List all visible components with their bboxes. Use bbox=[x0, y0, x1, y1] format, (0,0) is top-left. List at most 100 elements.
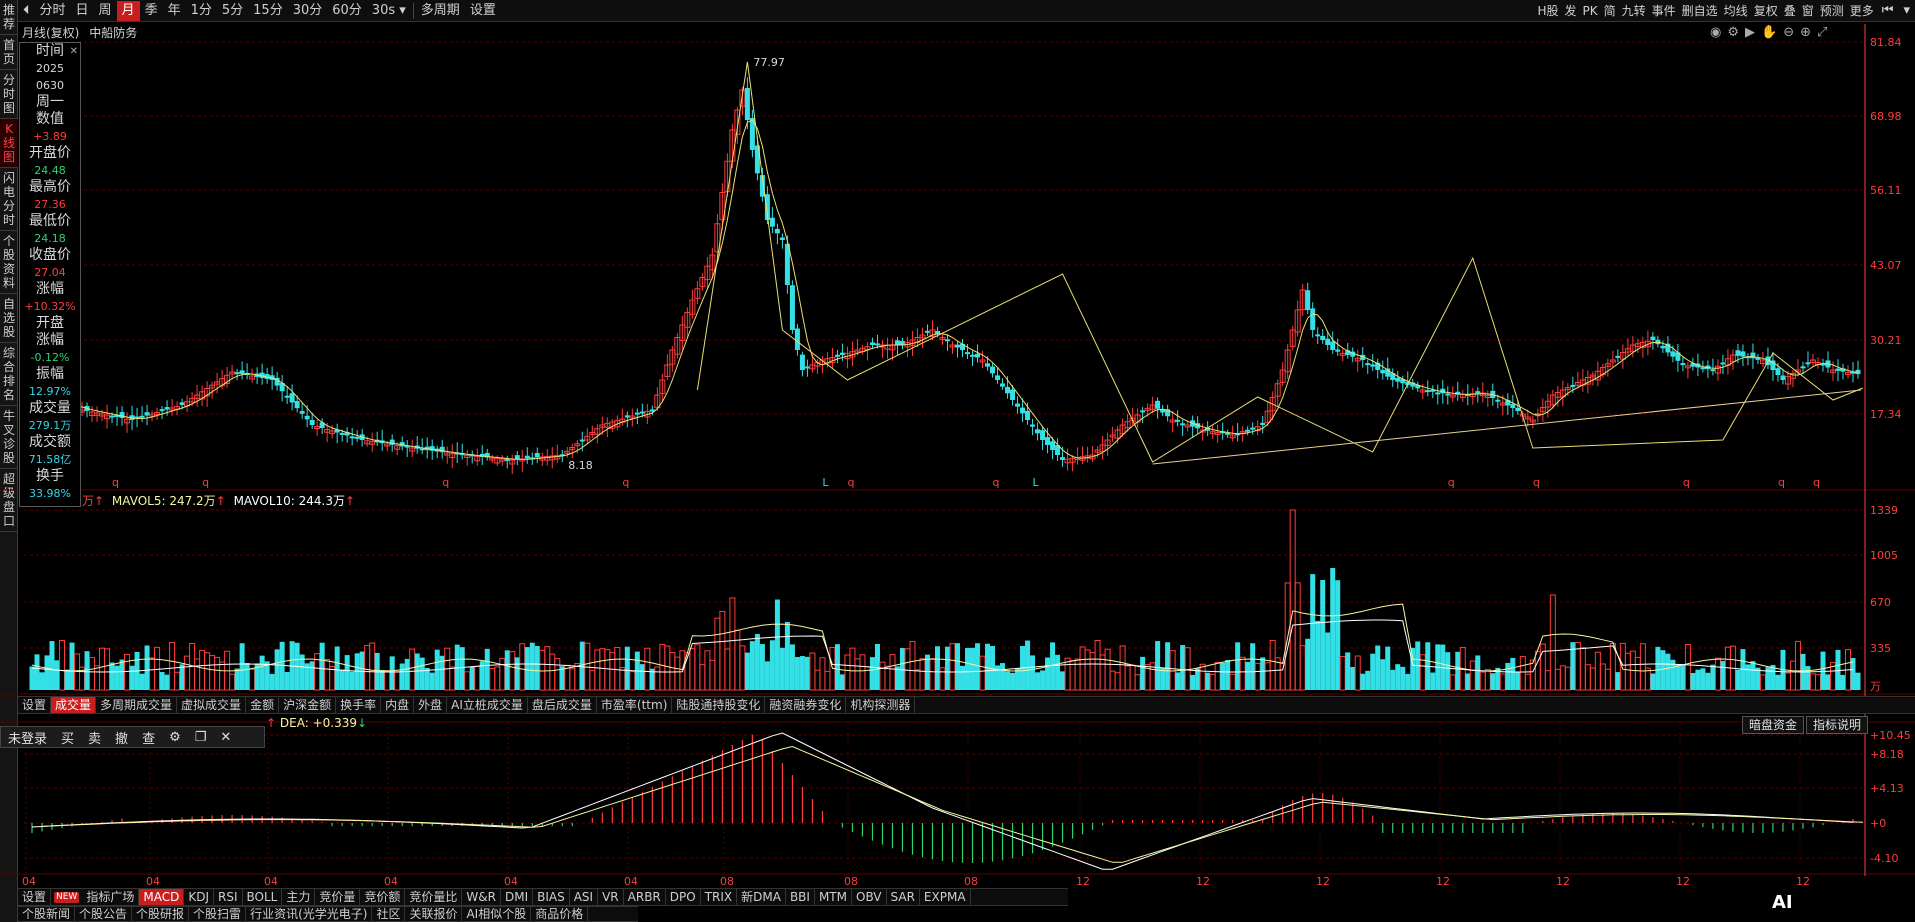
volume-bar bbox=[1690, 672, 1696, 690]
news-tab-3[interactable]: 个股扫雷 bbox=[189, 906, 247, 922]
news-tab-7[interactable]: AI相似个股 bbox=[462, 906, 532, 922]
indicator-tab-2[interactable]: MACD bbox=[139, 889, 185, 905]
volume-tab-9[interactable]: AI立桩成交量 bbox=[447, 697, 528, 713]
ai-badge[interactable]: AI bbox=[1772, 892, 1793, 913]
volume-bar bbox=[1484, 668, 1491, 691]
volume-bar bbox=[1544, 670, 1551, 691]
trade-bar-item-3[interactable]: 撤 bbox=[108, 728, 135, 747]
volume-indicator-tabs: 设置 成交量 多周期成交量 虚拟成交量 金额 沪深金额 换手率 内盘 外盘 AI立桩成交量 盘后成交… bbox=[18, 696, 1915, 714]
volume-tab-3[interactable]: 虚拟成交量 bbox=[177, 697, 247, 713]
volume-bar bbox=[179, 664, 185, 690]
min-price-label: 8.18 bbox=[568, 459, 593, 472]
candle-body bbox=[1495, 399, 1501, 402]
volume-bar bbox=[554, 658, 561, 691]
volume-bar bbox=[199, 649, 206, 691]
indicator-tab-18[interactable]: 新DMA bbox=[737, 889, 786, 905]
volume-tab-4[interactable]: 金额 bbox=[246, 697, 280, 713]
trade-bar-item-5[interactable]: ⚙ bbox=[162, 730, 188, 745]
indicator-tab-23[interactable]: EXPMA bbox=[920, 889, 971, 905]
candle-body bbox=[804, 366, 810, 369]
volume-bar bbox=[1124, 665, 1131, 691]
indicator-tab-22[interactable]: SAR bbox=[887, 889, 920, 905]
volume-bar bbox=[1720, 661, 1726, 690]
volume-bar bbox=[699, 664, 706, 691]
candle-body bbox=[1020, 407, 1026, 414]
indicator-tab-4[interactable]: RSI bbox=[214, 889, 243, 905]
news-tab-2[interactable]: 个股研报 bbox=[132, 906, 190, 922]
trade-bar-item-4[interactable]: 查 bbox=[135, 728, 162, 747]
volume-bar bbox=[349, 671, 355, 690]
indicator-tab-8[interactable]: 竞价额 bbox=[360, 889, 406, 905]
indicator-tab-15[interactable]: ARBR bbox=[624, 889, 666, 905]
news-tab-0[interactable]: 个股新闻 bbox=[18, 906, 76, 922]
time-axis-label: 12 bbox=[1556, 875, 1570, 888]
trade-bar-item-7[interactable]: ✕ bbox=[213, 730, 238, 745]
news-tab-4[interactable]: 行业资讯(光学光电子) bbox=[246, 906, 373, 922]
volume-bar bbox=[1775, 674, 1781, 690]
indicator-tab-19[interactable]: BBI bbox=[786, 889, 815, 905]
news-tab-6[interactable]: 关联报价 bbox=[405, 906, 463, 922]
volume-tab-0[interactable]: 设置 bbox=[18, 697, 52, 713]
candle-body bbox=[1735, 350, 1741, 356]
indicator-tab-12[interactable]: BIAS bbox=[533, 889, 570, 905]
volume-bar bbox=[1315, 620, 1321, 690]
volume-tab-8[interactable]: 外盘 bbox=[414, 697, 448, 713]
indicator-tab-17[interactable]: TRIX bbox=[701, 889, 738, 905]
indicator-tab-5[interactable]: BOLL bbox=[243, 889, 283, 905]
indicator-tab-16[interactable]: DPO bbox=[666, 889, 701, 905]
volume-bar bbox=[1330, 567, 1336, 690]
indicator-tab-11[interactable]: DMI bbox=[501, 889, 534, 905]
indicator-tab-9[interactable]: 竞价量比 bbox=[405, 889, 463, 905]
close-icon[interactable]: ✕ bbox=[70, 43, 78, 60]
kline-chart[interactable]: 81.84 68.98 56.11 43.07 30.21 17.34 1339 1005 67… bbox=[0, 0, 1915, 922]
trade-bar-item-1[interactable]: 买 bbox=[54, 728, 81, 747]
trade-bar-item-2[interactable]: 卖 bbox=[81, 728, 108, 747]
volume-bar bbox=[934, 646, 940, 690]
news-tab-8[interactable]: 商品价格 bbox=[531, 906, 589, 922]
price-axis-label: 68.98 bbox=[1870, 110, 1902, 123]
volume-bar bbox=[1665, 653, 1671, 690]
indicator-tab-20[interactable]: MTM bbox=[815, 889, 852, 905]
volume-bar bbox=[459, 647, 465, 690]
indicator-help-button[interactable]: 指标说明 bbox=[1806, 716, 1869, 734]
volume-tab-7[interactable]: 内盘 bbox=[381, 697, 415, 713]
volume-bar bbox=[1260, 657, 1266, 690]
indicator-tab-0[interactable]: 设置 bbox=[18, 889, 52, 905]
volume-bar bbox=[1010, 672, 1016, 690]
news-tab-1[interactable]: 个股公告 bbox=[75, 906, 133, 922]
candle-body bbox=[1570, 384, 1576, 387]
volume-tab-14[interactable]: 机构探测器 bbox=[846, 697, 916, 713]
indicator-tab-10[interactable]: W&R bbox=[462, 889, 501, 905]
volume-bar bbox=[44, 655, 50, 690]
indicator-tab-21[interactable]: OBV bbox=[852, 889, 887, 905]
indicator-tab-1[interactable]: 指标广场 bbox=[82, 889, 140, 905]
volume-tab-11[interactable]: 市盈率(ttm) bbox=[597, 697, 673, 713]
volume-tab-13[interactable]: 融资融券变化 bbox=[765, 697, 847, 713]
volume-bar bbox=[214, 656, 221, 691]
volume-tab-10[interactable]: 盘后成交量 bbox=[528, 697, 597, 713]
news-tab-5[interactable]: 社区 bbox=[372, 906, 406, 922]
volume-label: 成交量 bbox=[29, 400, 71, 416]
volume-bar bbox=[1254, 662, 1261, 691]
volume-bar bbox=[749, 641, 755, 690]
volume-tab-5[interactable]: 沪深金额 bbox=[279, 697, 337, 713]
volume-bar bbox=[569, 668, 576, 691]
indicator-tab-14[interactable]: VR bbox=[598, 889, 624, 905]
volume-tab-1[interactable]: 成交量 bbox=[51, 697, 97, 713]
volume-bar bbox=[1695, 669, 1701, 690]
dark-pool-button[interactable]: 暗盘资金 bbox=[1742, 716, 1805, 734]
indicator-tab-3[interactable]: KDJ bbox=[184, 889, 214, 905]
candle-body bbox=[1330, 341, 1336, 350]
indicator-tab-7[interactable]: 竞价量 bbox=[315, 889, 361, 905]
volume-bar bbox=[1624, 652, 1631, 691]
indicator-tab-13[interactable]: ASI bbox=[570, 889, 599, 905]
weekday: 周一 bbox=[36, 94, 64, 110]
candle-body bbox=[1515, 407, 1521, 411]
volume-tab-12[interactable]: 陆股通持股变化 bbox=[672, 697, 766, 713]
indicator-tab-6[interactable]: 主力 bbox=[282, 889, 316, 905]
trade-bar-item-6[interactable]: ❐ bbox=[188, 730, 214, 745]
volume-bar bbox=[1229, 673, 1236, 691]
volume-tab-2[interactable]: 多周期成交量 bbox=[96, 697, 178, 713]
volume-tab-6[interactable]: 换手率 bbox=[336, 697, 382, 713]
candle-body bbox=[1320, 335, 1326, 340]
